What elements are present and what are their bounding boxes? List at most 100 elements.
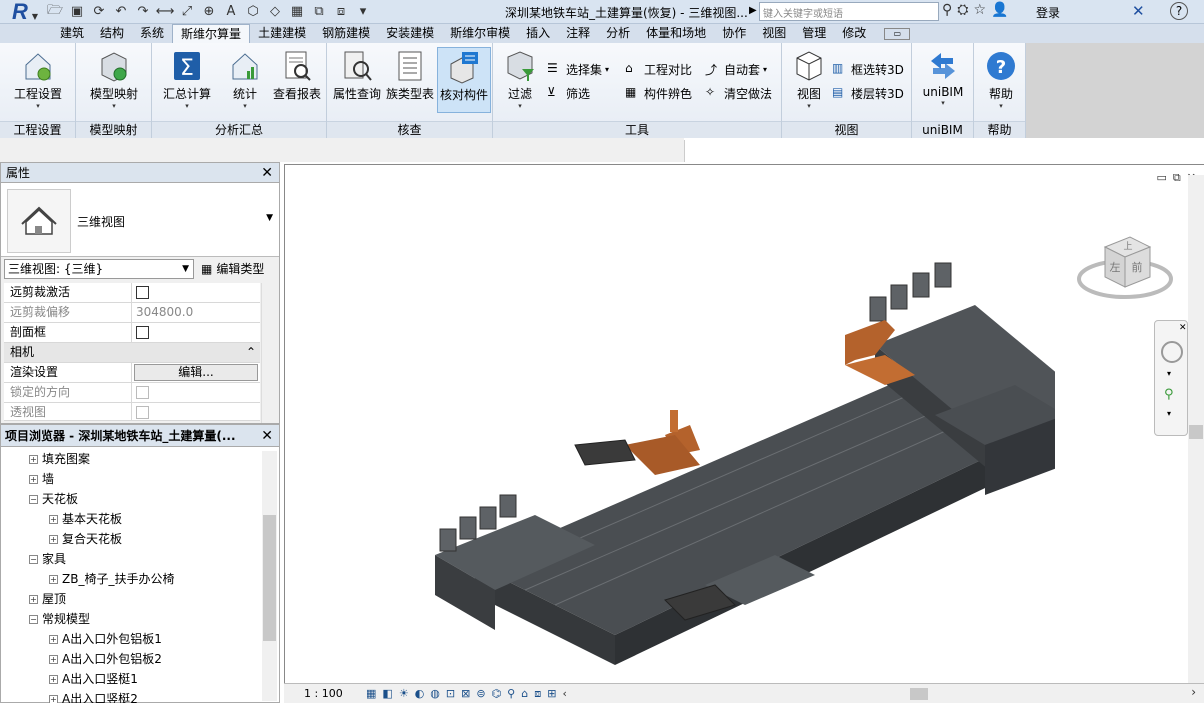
tab-13[interactable]: 视图	[754, 24, 794, 43]
ribbon-minimize-icon[interactable]: ▭	[884, 27, 911, 40]
tab-8[interactable]: 插入	[518, 24, 558, 43]
tab-7[interactable]: 斯维尔审模	[442, 24, 518, 43]
reveal-hidden-icon[interactable]: ⚲	[507, 687, 515, 700]
restore-icon[interactable]: ⧉	[1173, 171, 1181, 185]
user-icon[interactable]: 👤	[991, 2, 1008, 18]
tree-item[interactable]: − 天花板	[29, 489, 78, 509]
customize-icon[interactable]: ▾	[354, 3, 372, 21]
tree-item[interactable]: + 基本天花板	[49, 509, 122, 529]
favorites-icon[interactable]: ☆	[973, 2, 986, 18]
analysis-icon[interactable]: ⧈	[534, 687, 541, 701]
edit-type-button[interactable]: ▦ 编辑类型	[201, 260, 264, 277]
station-3d-model[interactable]	[415, 245, 1055, 665]
unibim-button[interactable]: uniBIM ▾	[916, 47, 970, 113]
collapse-icon[interactable]: −	[29, 614, 38, 624]
expand-icon[interactable]: +	[29, 454, 38, 464]
section-box-checkbox[interactable]	[136, 326, 149, 339]
check-component-button[interactable]: 核对构件	[437, 47, 491, 113]
subscription-icon[interactable]: ⛭	[957, 2, 968, 18]
close-windows-icon[interactable]: ⧉	[310, 3, 328, 21]
far-clip-checkbox[interactable]	[136, 286, 149, 299]
tree-item[interactable]: − 家具	[29, 549, 66, 569]
tab-2[interactable]: 系统	[132, 24, 172, 43]
visual-style-icon[interactable]: ◧	[382, 687, 392, 700]
tab-4[interactable]: 土建建模	[250, 24, 314, 43]
box-to-3d-button[interactable]: ▥ 框选转3D	[832, 59, 904, 79]
expand-icon[interactable]: +	[29, 594, 38, 604]
properties-scrollbar[interactable]	[261, 283, 278, 423]
tree-item[interactable]: − 常规模型	[29, 609, 90, 629]
app-menu-button[interactable]: R ▼	[0, 0, 40, 24]
tree-item[interactable]: + A出入口竖梃2	[49, 689, 138, 703]
statistics-button[interactable]: 统计 ▾	[218, 47, 272, 113]
chevron-down-icon[interactable]: ▾	[1167, 409, 1171, 418]
tab-12[interactable]: 协作	[714, 24, 754, 43]
measure-icon[interactable]: ⟷	[156, 3, 175, 21]
temp-hide-icon[interactable]: ⌬	[492, 687, 502, 700]
render-icon[interactable]: ◍	[430, 687, 440, 700]
sync-icon[interactable]: ⟳	[90, 3, 108, 21]
far-clip-offset-value[interactable]: 304800.0	[132, 303, 260, 322]
collapse-icon[interactable]: −	[29, 494, 38, 504]
expand-icon[interactable]: +	[49, 534, 58, 544]
tab-14[interactable]: 管理	[794, 24, 834, 43]
expand-icon[interactable]: +	[49, 574, 58, 584]
minimize-icon[interactable]: ▭	[1157, 171, 1167, 185]
worksharing-icon[interactable]: ⌂	[521, 687, 528, 700]
filter-button[interactable]: 过滤 ▾	[493, 47, 547, 113]
binoculars-icon[interactable]: ⚲	[942, 2, 952, 18]
viewport-horizontal-scrollbar[interactable]: ›	[674, 685, 1196, 700]
zoom-icon[interactable]: ⚲	[1164, 387, 1174, 402]
redo-icon[interactable]: ↷	[134, 3, 152, 21]
scale-value[interactable]: 1 : 100	[304, 687, 364, 700]
browser-scroll-thumb[interactable]	[263, 515, 276, 641]
screen-button[interactable]: ⊻ 筛选	[547, 83, 590, 103]
scroll-left-icon[interactable]: ‹	[562, 687, 566, 700]
shadows-icon[interactable]: ◐	[415, 687, 425, 700]
tab-15[interactable]: 修改	[834, 24, 874, 43]
chevron-down-icon[interactable]: ▾	[1167, 369, 1171, 378]
tab-1[interactable]: 结构	[92, 24, 132, 43]
property-query-button[interactable]: 属性查询	[330, 47, 384, 113]
auto-apply-button[interactable]: ⤴ 自动套 ▾	[705, 59, 767, 79]
tree-item[interactable]: + A出入口外包铝板1	[49, 629, 162, 649]
family-type-table-button[interactable]: 族类型表	[383, 47, 437, 113]
tree-item[interactable]: + 复合天花板	[49, 529, 122, 549]
close-icon[interactable]: ✕	[261, 425, 273, 446]
render-settings-edit-button[interactable]: 编辑...	[134, 364, 258, 381]
tree-item[interactable]: + 填充图案	[29, 449, 90, 469]
selection-set-button[interactable]: ☰ 选择集 ▾	[547, 59, 609, 79]
tab-11[interactable]: 体量和场地	[638, 24, 714, 43]
viewport-scroll-thumb[interactable]	[1189, 425, 1203, 439]
text-icon[interactable]: A	[222, 3, 240, 21]
exchange-icon[interactable]: ✕	[1132, 2, 1145, 20]
tree-item[interactable]: + ZB_椅子_扶手办公椅	[49, 569, 174, 589]
component-color-button[interactable]: ▦ 构件辨色	[625, 83, 692, 103]
prop-group-camera[interactable]: 相机 ⌃	[4, 343, 260, 363]
open-icon[interactable]: 🗁	[46, 3, 64, 21]
floor-to-3d-button[interactable]: ▤ 楼层转3D	[832, 83, 904, 103]
expand-icon[interactable]: +	[29, 474, 38, 484]
view-button[interactable]: 视图 ▾	[782, 47, 836, 113]
summary-calc-button[interactable]: Σ 汇总计算 ▾	[160, 47, 214, 113]
expand-icon[interactable]: +	[49, 634, 58, 644]
clear-method-button[interactable]: ✧ 清空做法	[705, 83, 772, 103]
expand-icon[interactable]: +	[49, 674, 58, 684]
tree-item[interactable]: + 墙	[29, 469, 54, 489]
viewcube[interactable]: 上 左 前	[1075, 227, 1175, 307]
dimension-icon[interactable]: ⤢	[178, 3, 196, 21]
expand-icon[interactable]: +	[49, 514, 58, 524]
thin-lines-icon[interactable]: ▦	[288, 3, 306, 21]
tree-item[interactable]: + 屋顶	[29, 589, 66, 609]
tag-icon[interactable]: ⊕	[200, 3, 218, 21]
project-settings-button[interactable]: 工程设置 ▾	[11, 47, 65, 113]
login-button[interactable]: 登录	[1036, 4, 1060, 21]
steering-wheel-icon[interactable]	[1161, 341, 1183, 363]
lock-view-icon[interactable]: ⊜	[476, 687, 485, 700]
close-icon[interactable]: ✕	[1179, 323, 1187, 333]
collapse-icon[interactable]: −	[29, 554, 38, 564]
section-icon[interactable]: ◇	[266, 3, 284, 21]
model-mapping-button[interactable]: 模型映射 ▾	[87, 47, 141, 113]
tab-5[interactable]: 钢筋建模	[314, 24, 378, 43]
undo-icon[interactable]: ↶	[112, 3, 130, 21]
